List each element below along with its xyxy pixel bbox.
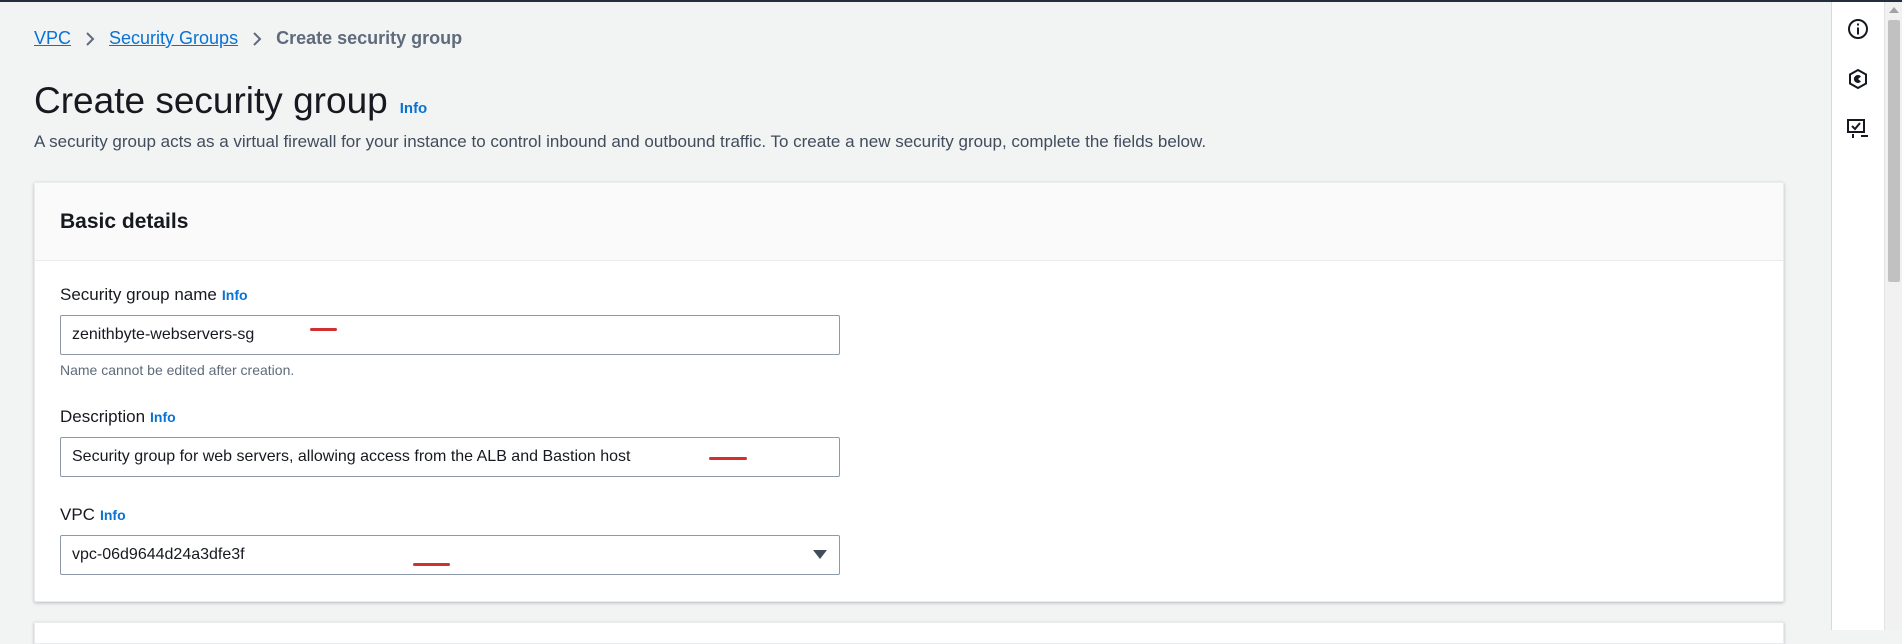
security-group-name-info-link[interactable]: Info — [222, 287, 248, 303]
security-shield-icon[interactable] — [1846, 67, 1870, 91]
description-value: Security group for web servers, allowing… — [72, 448, 631, 465]
panel-heading: Basic details — [60, 209, 189, 233]
red-annotation-mark — [709, 457, 747, 460]
security-group-name-label: Security group name Info — [60, 285, 840, 305]
field-label-text: VPC — [60, 505, 95, 524]
top-navigation-bar — [0, 0, 1902, 2]
chevron-right-icon — [85, 31, 95, 47]
basic-details-panel: Basic details Security group name Info ze… — [34, 182, 1784, 602]
name-constraint-text: Name cannot be edited after creation. — [60, 362, 295, 378]
panel-header: Basic details — [35, 183, 1783, 261]
breadcrumb: VPC Security Groups Create security grou… — [34, 28, 462, 49]
vpc-field: VPC Info vpc-06d9644d24a3dfe3f — [60, 505, 840, 575]
security-group-name-value: zenithbyte-webservers-sg — [72, 326, 255, 343]
security-group-name-field: Security group name Info zenithbyte-webse… — [60, 285, 840, 378]
description-field: Description Info Security group for web s… — [60, 407, 840, 477]
breadcrumb-current-page: Create security group — [276, 28, 463, 48]
chevron-right-icon — [252, 31, 262, 47]
caret-down-icon — [813, 550, 827, 560]
scroll-up-arrow-icon[interactable] — [1889, 7, 1899, 13]
vpc-selected-value: vpc-06d9644d24a3dfe3f — [72, 546, 245, 563]
info-circle-icon[interactable] — [1846, 17, 1870, 41]
description-input[interactable]: Security group for web servers, allowing… — [60, 437, 840, 477]
feedback-monitor-icon[interactable] — [1846, 117, 1870, 141]
vpc-select[interactable]: vpc-06d9644d24a3dfe3f — [60, 535, 840, 575]
vpc-info-link[interactable]: Info — [100, 507, 126, 523]
breadcrumb-security-groups-link[interactable]: Security Groups — [109, 28, 238, 49]
page-description: A security group acts as a virtual firew… — [34, 132, 1207, 151]
page-title: Create security group — [34, 80, 388, 121]
red-annotation-mark — [413, 563, 450, 566]
page-info-link[interactable]: Info — [400, 100, 428, 117]
page-header: Create security group Info — [34, 80, 427, 122]
description-label: Description Info — [60, 407, 840, 427]
red-annotation-mark — [310, 328, 337, 331]
next-panel-edge — [34, 622, 1784, 644]
field-label-text: Description — [60, 407, 146, 426]
vpc-label: VPC Info — [60, 505, 840, 525]
right-tools-rail — [1831, 2, 1884, 630]
scrollbar-thumb[interactable] — [1888, 20, 1900, 282]
security-group-name-input[interactable]: zenithbyte-webservers-sg — [60, 315, 840, 355]
field-label-text: Security group name — [60, 285, 217, 304]
vertical-scrollbar[interactable] — [1884, 2, 1902, 630]
breadcrumb-vpc-link[interactable]: VPC — [34, 28, 71, 49]
description-info-link[interactable]: Info — [150, 409, 176, 425]
